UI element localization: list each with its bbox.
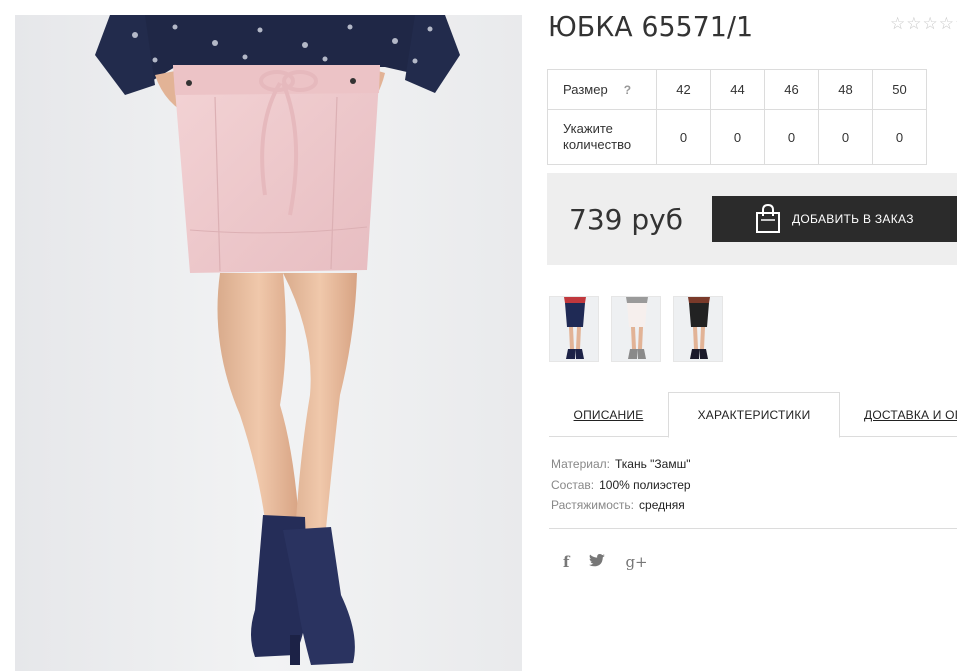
size-label: Размер	[563, 82, 608, 97]
size-cell: 48	[818, 69, 873, 110]
spec-row-composition: Состав: 100% полиэстер	[551, 475, 691, 496]
quantity-input[interactable]: 0	[764, 109, 819, 165]
product-photo[interactable]	[15, 15, 522, 671]
spec-value: средняя	[639, 498, 685, 512]
tab-description[interactable]: ОПИСАНИЕ	[549, 392, 668, 437]
spec-value: 100% полиэстер	[599, 477, 691, 492]
quantity-input[interactable]: 0	[656, 109, 711, 165]
facebook-icon[interactable]: f	[563, 553, 569, 571]
share-buttons: f g+	[563, 553, 648, 571]
product-title: ЮБКА 65571/1	[548, 10, 754, 43]
specs-list: Материал: Ткань "Замш" Состав: 100% полиэс…	[551, 454, 691, 516]
spec-row-material: Материал: Ткань "Замш"	[551, 454, 691, 475]
add-to-order-button[interactable]: ДОБАВИТЬ В ЗАКАЗ	[712, 196, 957, 242]
star-icon[interactable]: ☆	[939, 14, 954, 34]
spec-label: Материал:	[551, 457, 610, 471]
color-thumbnails	[549, 296, 723, 362]
quantity-label: Укажите количество	[547, 109, 657, 165]
google-plus-icon[interactable]: g+	[625, 553, 647, 571]
quantity-input[interactable]: 0	[818, 109, 873, 165]
spec-label: Состав:	[551, 477, 595, 492]
star-icon[interactable]: ☆	[923, 14, 938, 34]
spec-label: Растяжимость:	[551, 498, 635, 512]
star-icon[interactable]: ☆	[906, 14, 921, 34]
shopping-bag-icon	[756, 204, 780, 233]
size-help-icon[interactable]: ?	[624, 83, 631, 97]
quantity-input[interactable]: 0	[872, 109, 927, 165]
star-icon[interactable]: ☆	[890, 14, 905, 34]
twitter-icon[interactable]	[589, 553, 606, 571]
thumbnail-black[interactable]	[673, 296, 723, 362]
size-label-cell: Размер?	[547, 69, 657, 110]
price-value: 739 руб	[569, 203, 683, 236]
price-panel: 739 руб ДОБАВИТЬ В ЗАКАЗ	[547, 173, 957, 265]
spec-row-stretch: Растяжимость: средняя	[551, 495, 691, 516]
rating-stars[interactable]: ☆ ☆ ☆ ☆ ☆	[890, 14, 957, 34]
divider	[549, 528, 957, 529]
size-quantity-table: Размер? 42 44 46 48 50 Укажите количеств…	[547, 69, 927, 165]
product-tabs: ОПИСАНИЕ ХАРАКТЕРИСТИКИ ДОСТАВКА И ОП	[549, 392, 957, 438]
size-cell: 46	[764, 69, 819, 110]
thumbnail-white[interactable]	[611, 296, 661, 362]
size-cell: 50	[872, 69, 927, 110]
thumbnail-navy[interactable]	[549, 296, 599, 362]
spec-value: Ткань "Замш"	[614, 457, 691, 471]
size-cell: 44	[710, 69, 765, 110]
add-to-order-label: ДОБАВИТЬ В ЗАКАЗ	[792, 212, 914, 226]
quantity-input[interactable]: 0	[710, 109, 765, 165]
tab-delivery[interactable]: ДОСТАВКА И ОП	[854, 392, 957, 437]
size-cell: 42	[656, 69, 711, 110]
tab-characteristics[interactable]: ХАРАКТЕРИСТИКИ	[668, 392, 840, 438]
